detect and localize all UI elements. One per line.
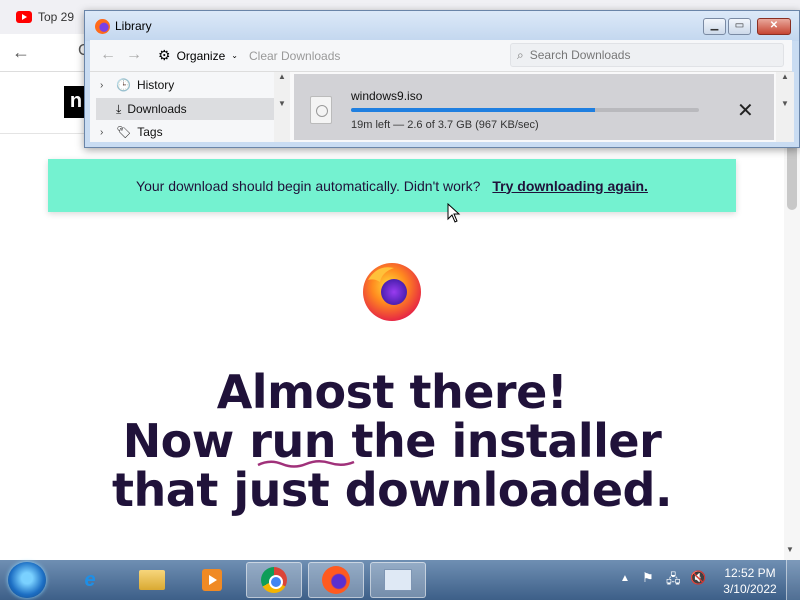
volume-muted-icon[interactable]: 🔇 <box>690 570 706 586</box>
search-downloads-input[interactable]: ⌕ Search Downloads <box>510 43 784 67</box>
file-icon <box>310 96 332 124</box>
action-center-flag-icon[interactable]: ⚑ <box>642 570 654 586</box>
sidebar-item-label: Downloads <box>127 102 187 116</box>
banner-text: Your download should begin automatically… <box>136 177 481 194</box>
close-window-button[interactable]: ✕ <box>757 18 791 35</box>
clock-date[interactable]: 3/10/2022 <box>716 582 784 596</box>
cancel-download-icon[interactable]: ✕ <box>737 98 754 123</box>
search-icon: ⌕ <box>517 47 524 62</box>
library-back-arrow-icon[interactable]: ← <box>100 46 116 64</box>
download-progress-bar <box>351 108 699 112</box>
headline-line-2: Now run the installer <box>122 414 662 468</box>
sidebar-scrollbar[interactable]: ▲ ▼ <box>274 72 290 142</box>
tag-icon: 🏷 <box>116 125 132 139</box>
download-icon: ⤓ <box>116 101 122 116</box>
try-downloading-again-link[interactable]: Try downloading again. <box>492 178 648 194</box>
clear-downloads-button[interactable]: Clear Downloads <box>249 49 340 63</box>
library-forward-arrow-icon[interactable]: → <box>126 46 142 64</box>
downloads-scrollbar[interactable]: ▲ ▼ <box>776 72 794 142</box>
decorative-underline <box>257 460 355 468</box>
firefox-taskbar-icon[interactable] <box>308 562 364 598</box>
tray-overflow-arrow-icon[interactable]: ▲ <box>620 573 630 584</box>
headline-line-3: that just downloaded. <box>112 463 672 517</box>
page-scroll-thumb[interactable] <box>787 140 797 210</box>
firefox-icon <box>95 19 110 34</box>
youtube-icon <box>16 11 32 23</box>
firefox-logo-icon <box>363 263 421 321</box>
sidebar-item-history[interactable]: › 🕒 History <box>96 74 274 96</box>
clock-time[interactable]: 12:52 PM <box>716 566 784 580</box>
file-explorer-icon[interactable] <box>124 562 180 598</box>
organize-button[interactable]: ⚙ Organize ⌄ <box>158 47 238 64</box>
organize-label: Organize <box>176 48 226 63</box>
library-titlebar[interactable] <box>85 11 799 41</box>
gear-icon: ⚙ <box>158 47 171 63</box>
sidebar-item-label: History <box>136 78 175 92</box>
show-desktop-button[interactable] <box>786 560 800 600</box>
sidebar-item-label: Tags <box>137 125 163 139</box>
start-button[interactable] <box>8 562 46 598</box>
browser-tab-title: Top 29 <box>38 10 75 24</box>
headline-line-1: Almost there! <box>216 365 568 419</box>
minimize-button[interactable]: ▁ <box>703 18 726 35</box>
search-placeholder: Search Downloads <box>529 48 631 62</box>
download-progress-fill <box>351 108 595 112</box>
download-status: 19m left — 2.6 of 3.7 GB (967 KB/sec) <box>351 119 539 131</box>
library-title: Library <box>115 19 152 33</box>
browser-tab[interactable]: Top 29 <box>16 6 74 28</box>
chevron-right-icon[interactable]: › <box>100 80 110 91</box>
back-arrow-icon[interactable]: ← <box>12 42 30 63</box>
page-headline: Almost there! Now run the installer that… <box>60 368 724 515</box>
sidebar-item-tags[interactable]: › 🏷 Tags <box>96 122 274 142</box>
chevron-right-icon[interactable]: › <box>100 127 110 138</box>
control-panel-icon[interactable] <box>370 562 426 598</box>
maximize-button[interactable]: ▭ <box>728 18 751 35</box>
download-filename: windows9.iso <box>351 89 423 103</box>
clock-icon: 🕒 <box>116 78 131 92</box>
mouse-cursor-icon <box>447 203 461 223</box>
sidebar-item-downloads[interactable]: ⤓ Downloads <box>96 98 274 120</box>
scroll-down-arrow-icon[interactable]: ▼ <box>786 545 794 554</box>
chrome-icon[interactable] <box>246 562 302 598</box>
network-icon[interactable]: 🖧 <box>666 570 681 592</box>
internet-explorer-icon[interactable]: e <box>62 562 118 598</box>
download-notice-banner: Your download should begin automatically… <box>48 159 736 212</box>
media-player-icon[interactable] <box>184 562 240 598</box>
chevron-down-icon: ⌄ <box>231 51 238 60</box>
